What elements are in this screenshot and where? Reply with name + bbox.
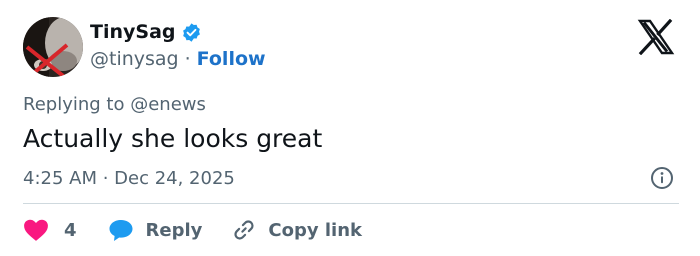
reply-button[interactable]: Reply bbox=[108, 218, 203, 242]
replying-to-handle[interactable]: @enews bbox=[130, 94, 206, 115]
heart-icon bbox=[23, 218, 49, 242]
author-handle-row: @tinysag · Follow bbox=[90, 48, 266, 70]
replying-prefix: Replying to bbox=[23, 94, 125, 115]
follow-button[interactable]: Follow bbox=[197, 48, 266, 70]
verified-badge-icon bbox=[181, 22, 202, 43]
avatar-image bbox=[23, 17, 83, 77]
author-name-row: TinySag bbox=[90, 20, 202, 44]
like-count: 4 bbox=[64, 219, 77, 241]
link-icon bbox=[231, 217, 257, 243]
reply-label: Reply bbox=[145, 219, 203, 241]
replying-to: Replying to @enews bbox=[23, 94, 206, 115]
tweet-text: Actually she looks great bbox=[23, 124, 323, 153]
avatar[interactable] bbox=[23, 17, 83, 77]
reply-bubble-icon bbox=[108, 218, 134, 242]
divider bbox=[23, 203, 679, 204]
separator-dot: · bbox=[184, 48, 191, 70]
x-logo-icon[interactable] bbox=[636, 18, 676, 56]
author-display-name[interactable]: TinySag bbox=[90, 21, 176, 43]
like-button[interactable]: 4 bbox=[23, 218, 77, 242]
info-icon[interactable] bbox=[650, 166, 674, 190]
copy-link-button[interactable]: Copy link bbox=[231, 217, 362, 243]
tweet-timestamp[interactable]: 4:25 AM · Dec 24, 2025 bbox=[23, 168, 235, 189]
copy-link-label: Copy link bbox=[268, 219, 362, 241]
action-bar: 4 Reply Copy link bbox=[23, 216, 362, 244]
author-handle[interactable]: @tinysag bbox=[90, 48, 179, 70]
